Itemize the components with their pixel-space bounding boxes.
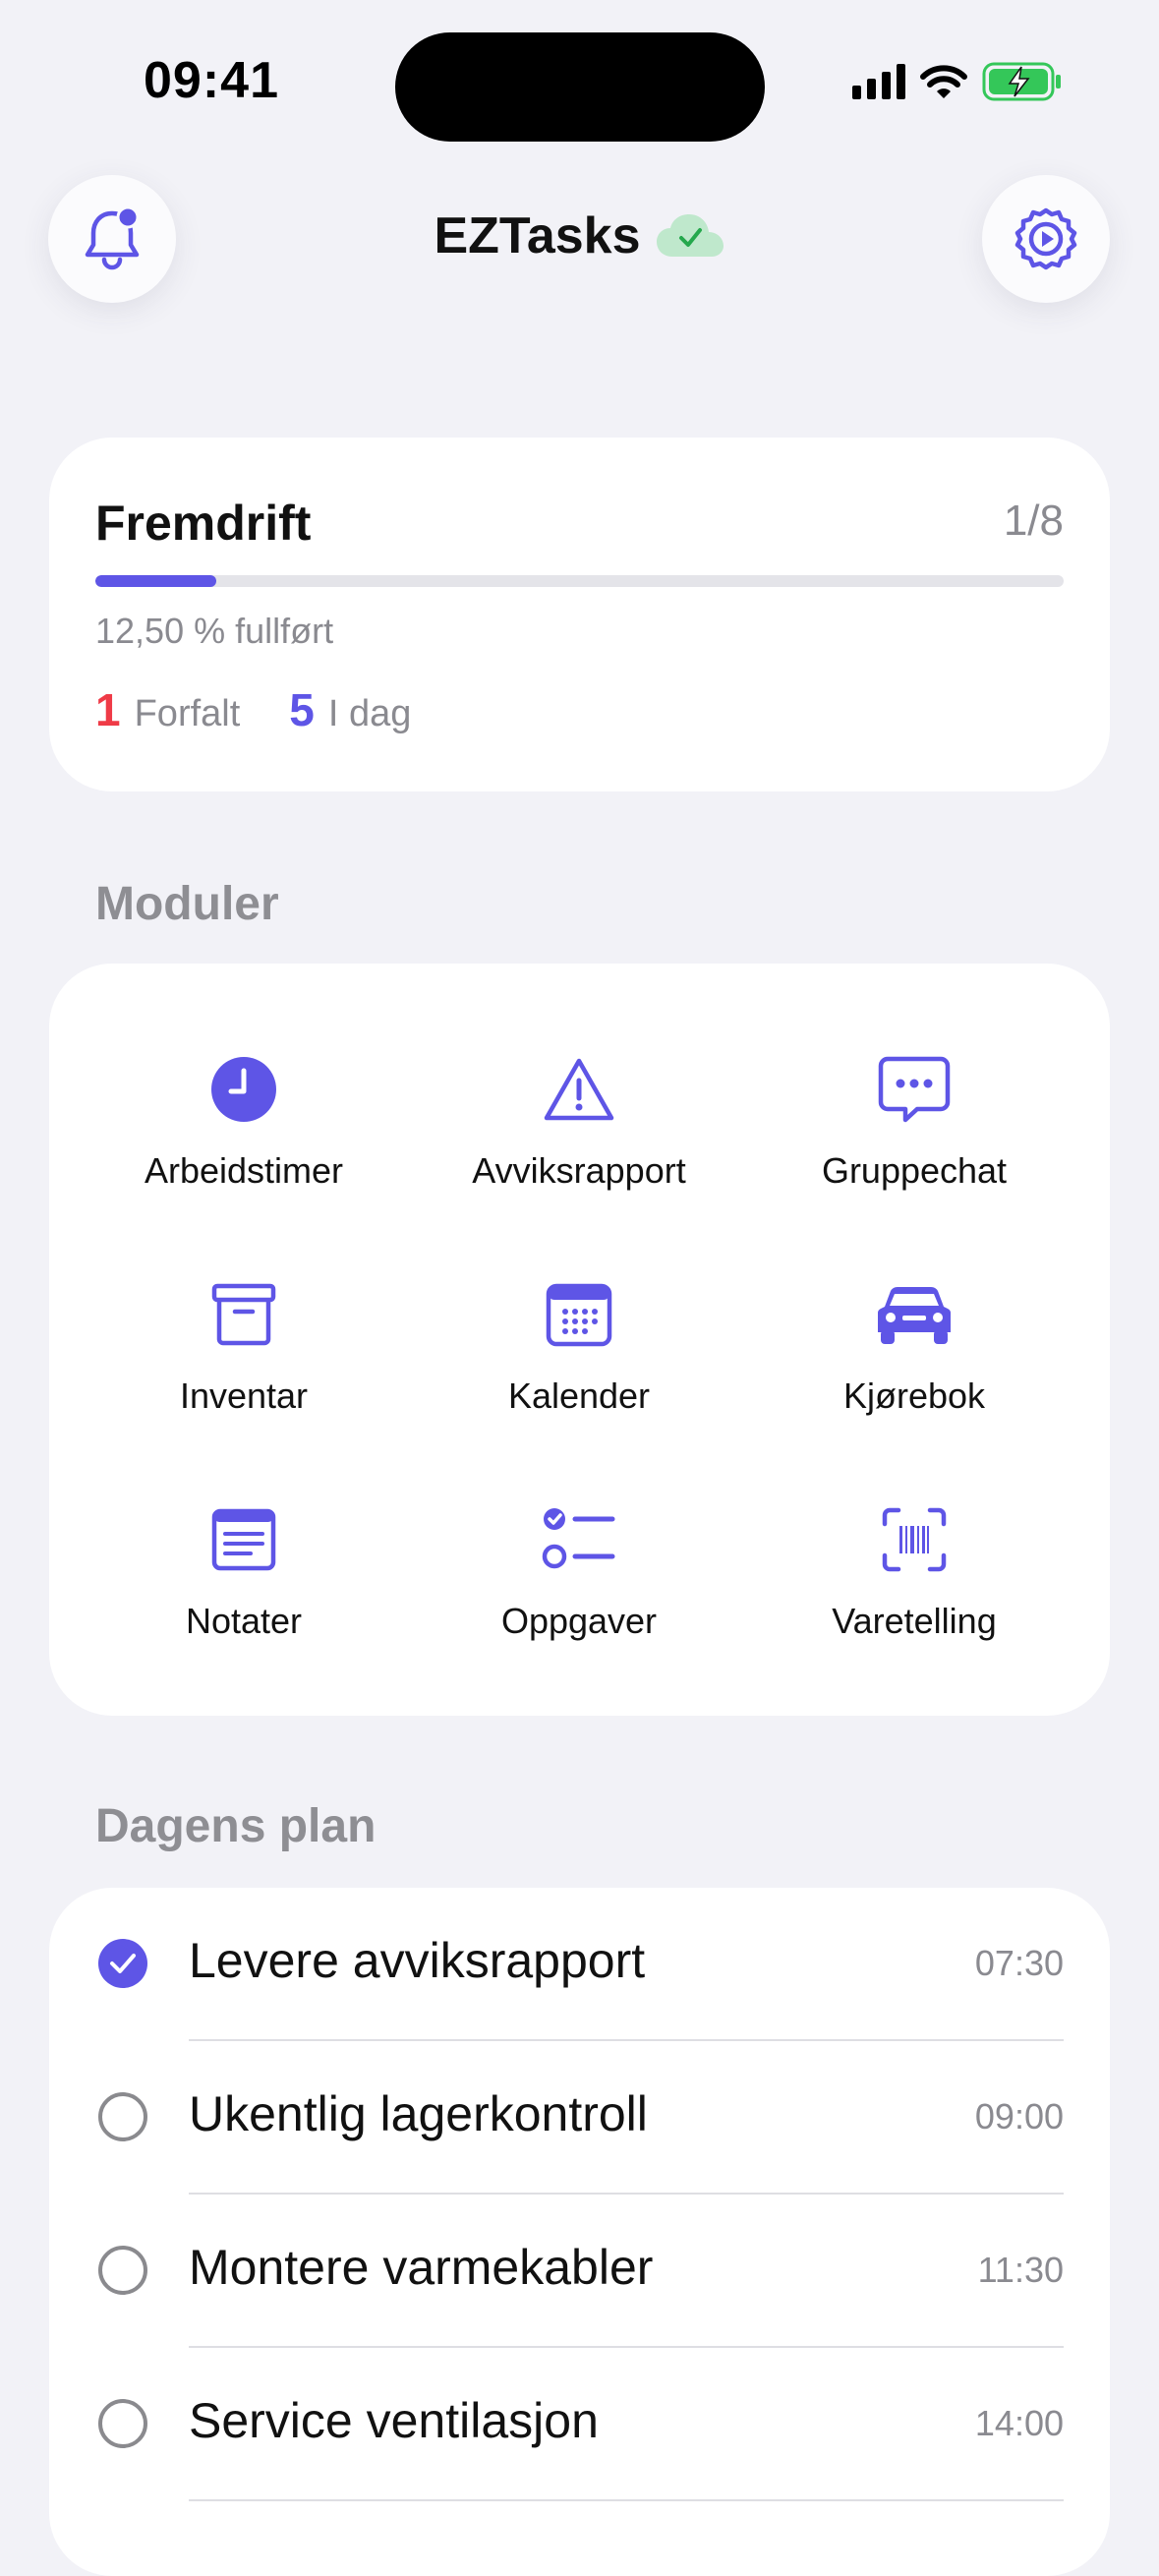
- progress-title: Fremdrift: [95, 496, 312, 551]
- module-notater[interactable]: Notater: [77, 1500, 411, 1642]
- settings-button[interactable]: [982, 175, 1110, 303]
- plan-item-time: 11:30: [977, 2250, 1064, 2290]
- clock-icon: [211, 1057, 276, 1122]
- module-arbeidstimer[interactable]: Arbeidstimer: [77, 1050, 411, 1192]
- status-time: 09:41: [144, 52, 279, 109]
- module-label: Arbeidstimer: [144, 1150, 344, 1191]
- overdue-label: Forfalt: [134, 693, 241, 734]
- module-varetelling[interactable]: Varetelling: [747, 1500, 1081, 1642]
- plan-item-time: 14:00: [974, 2403, 1064, 2443]
- module-label: Varetelling: [832, 1601, 997, 1641]
- module-avviksrapport[interactable]: Avviksrapport: [412, 1050, 746, 1192]
- progress-bar: [95, 575, 1064, 587]
- module-label: Inventar: [179, 1376, 309, 1416]
- module-label: Kjørebok: [842, 1376, 986, 1416]
- plan-item-title: Service ventilasjon: [189, 2393, 599, 2448]
- module-label: Avviksrapport: [472, 1150, 686, 1191]
- checkmark-icon: [110, 1954, 136, 1973]
- archive-box-icon: [211, 1283, 276, 1346]
- overdue-count: 1: [95, 684, 121, 735]
- module-kjorebok[interactable]: Kjørebok: [747, 1275, 1081, 1417]
- module-inventar[interactable]: Inventar: [77, 1275, 411, 1417]
- module-oppgaver[interactable]: Oppgaver: [412, 1500, 746, 1642]
- plan-section-title: Dagens plan: [95, 1800, 377, 1852]
- battery-charging-icon: [982, 62, 1061, 101]
- plan-item-title: Montere varmekabler: [189, 2240, 654, 2295]
- barcode-scan-icon: [882, 1507, 947, 1572]
- plan-item-title: Ukentlig lagerkontroll: [189, 2086, 648, 2141]
- warning-icon: [544, 1058, 614, 1121]
- plan-item-time: 09:00: [974, 2096, 1064, 2137]
- checkbox-checked[interactable]: [98, 1939, 147, 1988]
- progress-bar-fill: [95, 575, 217, 587]
- modules-card: Arbeidstimer Avviksrapport Gruppechat In…: [49, 964, 1110, 1716]
- car-icon: [877, 1286, 952, 1344]
- notes-icon: [211, 1508, 276, 1571]
- module-label: Gruppechat: [821, 1150, 1008, 1191]
- today-count: 5: [289, 684, 315, 735]
- plan-item[interactable]: Levere avviksrapport 07:30: [49, 1888, 1110, 2041]
- module-label: Kalender: [507, 1376, 651, 1416]
- status-icons: [852, 61, 1063, 102]
- checkbox-unchecked[interactable]: [98, 2246, 147, 2295]
- progress-stats: 1 Forfalt 5 I dag: [95, 683, 411, 736]
- chat-icon: [878, 1056, 951, 1123]
- module-label: Notater: [185, 1601, 303, 1641]
- plan-item-time: 07:30: [974, 1943, 1064, 1983]
- module-gruppechat[interactable]: Gruppechat: [747, 1050, 1081, 1192]
- checkbox-unchecked[interactable]: [98, 2399, 147, 2448]
- cloud-synced-icon: [656, 214, 724, 257]
- today-label: I dag: [327, 693, 412, 734]
- module-label: Oppgaver: [500, 1601, 658, 1641]
- plan-item[interactable]: Montere varmekabler 11:30: [49, 2195, 1110, 2348]
- progress-card[interactable]: Fremdrift 1/8 12,50 % fullført 1 Forfalt…: [49, 438, 1110, 791]
- divider: [189, 2499, 1064, 2501]
- dynamic-island: [395, 32, 765, 142]
- modules-section-title: Moduler: [95, 878, 279, 930]
- plan-item[interactable]: Ukentlig lagerkontroll 09:00: [49, 2041, 1110, 2195]
- gear-icon: [1014, 207, 1077, 270]
- plan-item-title: Levere avviksrapport: [189, 1933, 646, 1988]
- cellular-signal-icon: [852, 64, 905, 99]
- plan-card: Levere avviksrapport 07:30 Ukentlig lage…: [49, 1888, 1110, 2576]
- wifi-icon: [920, 65, 967, 98]
- calendar-icon: [546, 1283, 612, 1347]
- module-kalender[interactable]: Kalender: [412, 1275, 746, 1417]
- checkbox-unchecked[interactable]: [98, 2092, 147, 2141]
- app-title: EZTasks: [434, 207, 641, 264]
- plan-item[interactable]: Service ventilasjon 14:00: [49, 2348, 1110, 2501]
- checklist-icon: [542, 1508, 615, 1569]
- progress-percent: 12,50 % fullført: [95, 611, 334, 651]
- progress-count: 1/8: [1003, 497, 1064, 545]
